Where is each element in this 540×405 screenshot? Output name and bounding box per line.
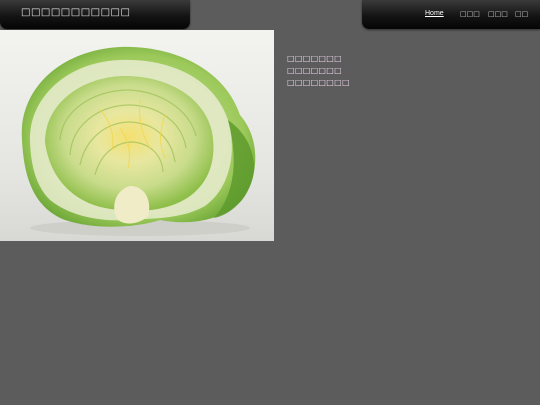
nav-item-home[interactable]: Home [425, 10, 444, 17]
cabbage-photo [0, 30, 274, 241]
sidebar-links: □□□□□□□ □□□□□□□ □□□□□□□□ [287, 53, 350, 89]
nav-item-4[interactable]: □□ [515, 10, 528, 18]
nav-item-2[interactable]: □□□ [460, 10, 480, 18]
sidebar-link-2[interactable]: □□□□□□□ [287, 65, 350, 77]
nav-item-3[interactable]: □□□ [488, 10, 508, 18]
sidebar-link-3[interactable]: □□□□□□□□ [287, 77, 350, 89]
page: □□□□□□□□□□□ Home □□□ □□□ □□ □□□□□□□ □□□□… [0, 0, 540, 405]
site-header: □□□□□□□□□□□ [0, 0, 190, 29]
site-title[interactable]: □□□□□□□□□□□ [21, 7, 130, 18]
nav-bar: Home □□□ □□□ □□ [362, 0, 540, 29]
cabbage-illustration [21, 46, 256, 236]
sidebar-link-1[interactable]: □□□□□□□ [287, 53, 350, 65]
